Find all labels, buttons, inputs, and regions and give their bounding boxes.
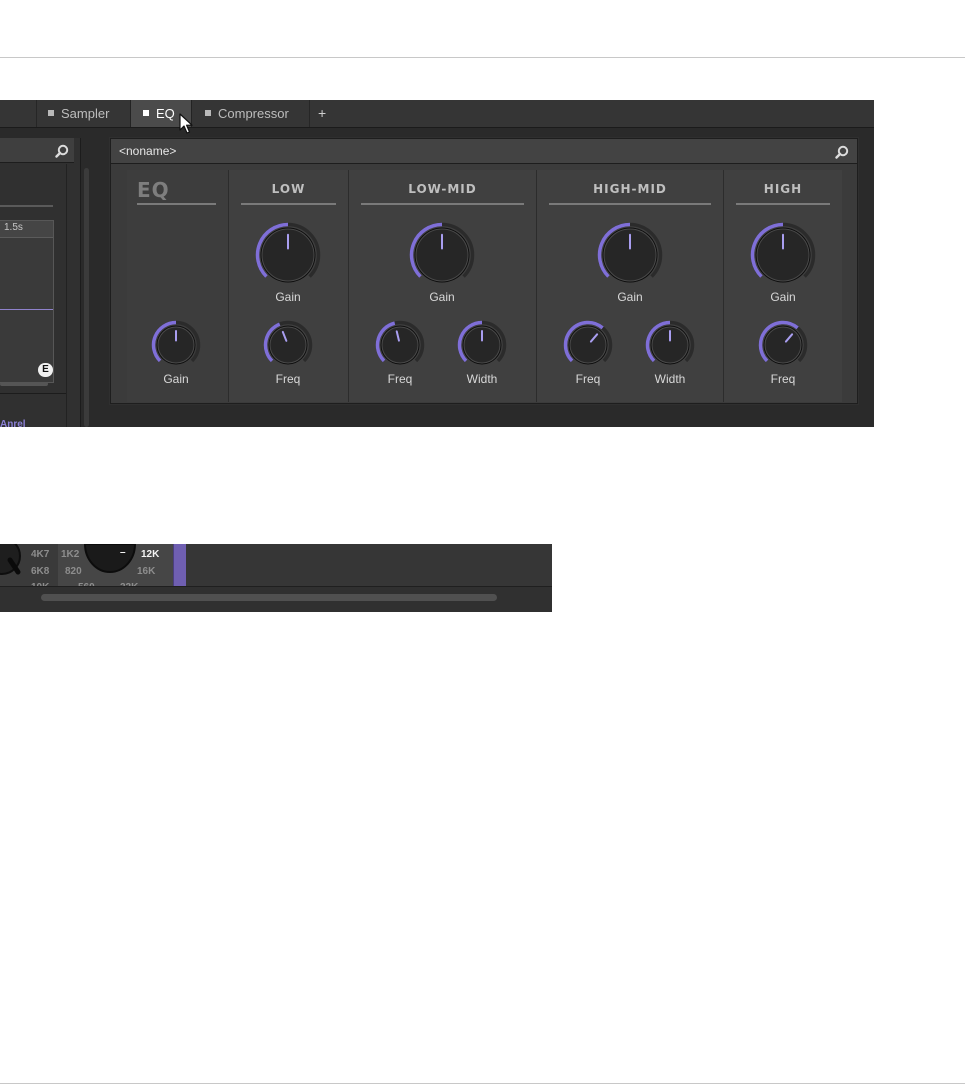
mouse-pointer-icon xyxy=(179,113,193,134)
low-mid-gain-knob[interactable] xyxy=(409,222,475,288)
tab-compressor[interactable]: Compressor xyxy=(205,100,289,127)
section-title: HIGH xyxy=(763,182,803,196)
sampler-panel-partial: 1.5s E Anrel xyxy=(0,138,81,427)
partial-knob-icon[interactable] xyxy=(0,544,28,580)
top-rule xyxy=(0,57,965,58)
scale-label: 6K8 xyxy=(31,566,50,577)
tab-square-icon xyxy=(205,110,211,116)
section-low-mid: LOW-MID Gain Freq Width xyxy=(349,170,537,402)
panel-link[interactable]: Anrel xyxy=(0,419,26,427)
plugin-tab-bar: Sampler EQ Compressor + xyxy=(0,100,874,128)
waveform-line xyxy=(0,309,53,310)
section-high-mid: HIGH-MID Gain Freq Width xyxy=(537,170,724,402)
low-gain-knob[interactable] xyxy=(255,222,321,288)
tab-label: Sampler xyxy=(61,106,110,121)
vertical-scrollbar[interactable] xyxy=(84,168,89,427)
low-mid-width-knob[interactable] xyxy=(457,320,507,370)
high-mid-width-knob[interactable] xyxy=(645,320,695,370)
section-title: LOW-MID xyxy=(408,182,477,196)
knob-label: Gain xyxy=(617,290,643,304)
knob-label: Gain xyxy=(275,290,301,304)
preset-name[interactable]: <noname> xyxy=(119,139,176,163)
tab-square-icon xyxy=(48,110,54,116)
bottom-rule xyxy=(0,1083,965,1084)
knob-label: Freq xyxy=(770,372,796,386)
search-icon[interactable] xyxy=(55,144,69,158)
waveform-display[interactable]: 1.5s E xyxy=(0,220,54,383)
section-eq: EQ Gain xyxy=(127,170,229,402)
knob-body xyxy=(269,326,307,364)
knob-body xyxy=(764,326,802,364)
time-ruler: 1.5s xyxy=(0,221,53,238)
section-title: LOW xyxy=(271,182,306,196)
empty-area xyxy=(186,544,552,586)
section-high: HIGH Gain Freq xyxy=(724,170,842,402)
selected-mark: – xyxy=(120,547,126,558)
module-title: EQ xyxy=(137,178,170,202)
section-underline xyxy=(0,205,53,207)
tab-label: Compressor xyxy=(218,106,289,121)
section-low: LOW Gain Freq xyxy=(229,170,349,402)
section-title: HIGH-MID xyxy=(593,182,667,196)
selection-accent-bar xyxy=(173,544,187,586)
tab-label: EQ xyxy=(156,106,175,121)
eq-plugin-panel: <noname> EQ Gain LOW Gain Freq LOW-MID G… xyxy=(110,138,858,404)
knob-label: Gain xyxy=(429,290,455,304)
scale-label: 4K7 xyxy=(31,549,50,560)
panel-header xyxy=(0,138,74,163)
high-gain-knob[interactable] xyxy=(750,222,816,288)
horizontal-scrollbar[interactable] xyxy=(41,594,497,601)
horizontal-scrollbar[interactable] xyxy=(0,382,48,386)
knob-label: Gain xyxy=(163,372,189,386)
knob-label: Freq xyxy=(275,372,301,386)
high-mid-gain-knob[interactable] xyxy=(597,222,663,288)
knob-label: Freq xyxy=(387,372,413,386)
scale-label: 16K xyxy=(137,566,156,577)
knob-label: Width xyxy=(466,372,498,386)
scale-label: 1K2 xyxy=(61,549,80,560)
selected-value: 12K xyxy=(141,549,160,560)
knob-label: Freq xyxy=(575,372,601,386)
scale-label: 820 xyxy=(65,566,82,577)
knob-label: Gain xyxy=(770,290,796,304)
tab-sampler[interactable]: Sampler xyxy=(48,100,109,127)
knob-label: Width xyxy=(654,372,686,386)
high-mid-freq-knob[interactable] xyxy=(563,320,613,370)
low-freq-knob[interactable] xyxy=(263,320,313,370)
frequency-detail-screenshot: 4K7 6K8 10K 1K2 820 560 – 12K 16K 22K xyxy=(0,544,552,612)
plugin-header: <noname> xyxy=(111,139,857,164)
knob-body xyxy=(381,326,419,364)
selector-knob[interactable] xyxy=(84,544,136,574)
low-mid-freq-knob[interactable] xyxy=(375,320,425,370)
time-label: 1.5s xyxy=(4,222,23,233)
master-gain-knob[interactable] xyxy=(151,320,201,370)
high-freq-knob[interactable] xyxy=(758,320,808,370)
eq-plugin-screenshot: Sampler EQ Compressor + 1.5s E Anrel <no… xyxy=(0,100,874,427)
knob-body xyxy=(569,326,607,364)
end-marker[interactable]: E xyxy=(38,363,53,377)
search-icon[interactable] xyxy=(835,145,849,159)
add-tab-button[interactable]: + xyxy=(318,100,326,127)
tab-square-icon xyxy=(143,110,149,116)
